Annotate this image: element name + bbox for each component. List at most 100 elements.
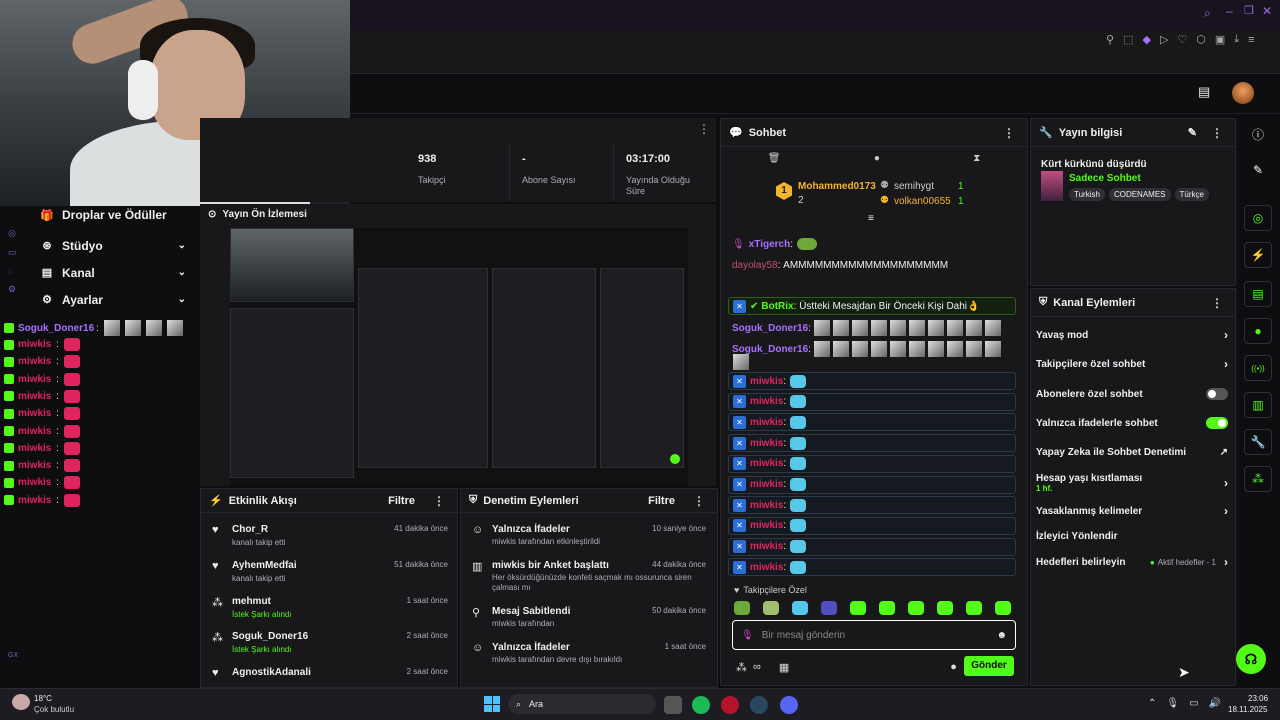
infinity-icon[interactable]: ∞ [753,661,761,673]
start-icon[interactable] [484,696,500,712]
leaderboard-user[interactable]: semihygt [894,181,934,192]
sidebar-item-settings[interactable]: ⚙ Ayarlar ⌄ [0,286,200,313]
chat-username[interactable]: BotRix [761,301,793,312]
box-icon[interactable]: ▣ [1215,33,1225,46]
more-icon[interactable]: ⋮ [429,494,449,508]
chat-bubble-icon[interactable]: ● [874,153,880,164]
pin-icon[interactable]: ⚲ [1106,33,1114,46]
chat-username[interactable]: Soguk_Doner16 [732,323,808,334]
broadcast-icon[interactable]: ((•)) [1244,355,1272,381]
studio-icon[interactable]: ▤ [1198,84,1210,100]
chat-username[interactable]: miwkis [750,438,783,449]
emote-icon[interactable] [821,601,837,615]
chat-username[interactable]: miwkis [750,396,783,407]
play-icon[interactable]: ▷ [1160,33,1168,46]
emote-icon[interactable] [937,601,953,615]
stream-preview-video[interactable] [230,228,688,486]
bolt-icon[interactable]: ⚡ [1244,242,1272,268]
chevron-up-icon[interactable]: ⌃ [1148,698,1156,709]
extension-icon[interactable]: ⬡ [1196,33,1206,46]
chat-username[interactable]: miwkis [18,426,51,437]
compass-icon[interactable]: ◎ [8,228,17,239]
chat-username[interactable]: miwkis [18,374,51,385]
taskbar-search[interactable]: ⌕ Ara [508,694,656,714]
opera-icon[interactable] [721,696,739,714]
filter-button[interactable]: Filtre [648,495,675,507]
shield-icon[interactable]: ◆ [1142,33,1150,46]
edit-icon[interactable]: ✎ [1188,126,1197,139]
expand-icon[interactable]: ≡ [868,213,874,224]
channel-action-item[interactable]: Abonelere özel sohbet [1036,383,1228,405]
channel-action-item[interactable]: Yapay Zeka ile Sohbet Denetimi ↗ [1036,441,1228,463]
channel-action-item[interactable]: Yavaş mod › [1036,324,1228,346]
more-icon[interactable]: ⋮ [1207,126,1227,140]
emote-icon[interactable] [995,601,1011,615]
chat-username[interactable]: miwkis [750,520,783,531]
restore-icon[interactable]: ❐ [1244,4,1254,17]
info-icon[interactable]: ⓘ [1252,126,1264,143]
chat-username[interactable]: miwkis [18,495,51,506]
notes-icon[interactable]: ▤ [1244,281,1272,307]
emote-icon[interactable] [734,601,750,615]
chat-username[interactable]: xTigerch [749,239,791,250]
chat-username[interactable]: miwkis [18,477,51,488]
monitor-icon[interactable]: ▭ [1189,698,1198,709]
taskview-icon[interactable] [664,696,682,714]
chat-username[interactable]: miwkis [750,479,783,490]
channel-action-item[interactable]: Hedefleri belirleyin ● Aktif hedefler - 1 › [1036,551,1228,573]
chat-username[interactable]: miwkis [750,376,783,387]
avatar[interactable] [1232,82,1254,104]
steam-icon[interactable] [750,696,768,714]
send-button[interactable]: Gönder [964,656,1014,676]
emote-icon[interactable] [879,601,895,615]
chat-username[interactable]: miwkis [18,391,51,402]
discord-icon[interactable] [780,696,798,714]
emote-icon[interactable] [908,601,924,615]
channel-action-item[interactable]: Yalnızca ifadelerle sohbet [1036,412,1228,434]
wrench-icon[interactable]: 🔧 [1244,429,1272,455]
people-icon[interactable]: ⁂ [1244,466,1272,492]
sidebar-item-drops[interactable]: 🎁 Droplar ve Ödüller [0,206,200,224]
emote-icon[interactable] [966,601,982,615]
more-icon[interactable]: ⋮ [694,122,714,136]
emote-icon[interactable] [792,601,808,615]
gear-icon[interactable]: ⚙ [8,284,17,295]
hourglass-icon[interactable]: ⧗ [973,153,980,164]
help-button[interactable]: ☊ [1236,644,1266,674]
chat-username[interactable]: miwkis [18,356,51,367]
tag[interactable]: Türkçe [1174,188,1209,201]
trash-icon[interactable]: 🗑 [768,153,781,164]
weather-desc[interactable]: Çok bulutlu [34,705,74,714]
chat-icon[interactable]: ● [1244,318,1272,344]
mic-icon[interactable]: 🎙 [1166,698,1179,709]
emoji-icon[interactable]: ☻ [996,630,1007,641]
clock-date[interactable]: 18.11.2025 [1228,705,1267,714]
channel-action-item[interactable]: Hesap yaşı kısıtlaması 1 hf. › [1036,470,1228,496]
channel-action-item[interactable]: Takipçilere özel sohbet › [1036,353,1228,375]
chat-username[interactable]: miwkis [750,417,783,428]
toggle-switch[interactable] [1206,388,1228,400]
weather-temp[interactable]: 18°C [34,694,52,703]
channel-action-item[interactable]: İzleyici Yönlendir [1036,525,1228,547]
tag[interactable]: CODENAMES [1108,188,1171,201]
toggle-switch[interactable] [1206,417,1228,429]
chat-username[interactable]: miwkis [750,458,783,469]
capture-icon[interactable]: ⬚ [1123,33,1133,46]
leaderboard-user[interactable]: Mohammed0173 [798,181,876,192]
spotify-icon[interactable] [692,696,710,714]
volume-icon[interactable]: 🔊 [1209,698,1221,709]
more-icon[interactable]: ⋮ [689,494,709,508]
chat-username[interactable]: dayolay58 [732,260,778,271]
store-icon[interactable]: ▦ [779,661,789,674]
leaderboard-user[interactable]: volkan00655 [894,196,951,207]
tag[interactable]: Turkish [1069,188,1105,201]
emote-icon[interactable] [850,601,866,615]
layout-icon[interactable]: ▥ [1244,392,1272,418]
minimize-icon[interactable]: – [1226,4,1233,18]
points-icon[interactable]: ⁂ [736,661,747,674]
chat-input-box[interactable]: 🎙 Bir mesaj gönderin ☻ [732,620,1016,650]
search-icon[interactable]: ⌕ [1204,6,1211,21]
chat-username[interactable]: miwkis [750,562,783,573]
chat-username[interactable]: miwkis [750,541,783,552]
chat-username[interactable]: miwkis [18,460,51,471]
